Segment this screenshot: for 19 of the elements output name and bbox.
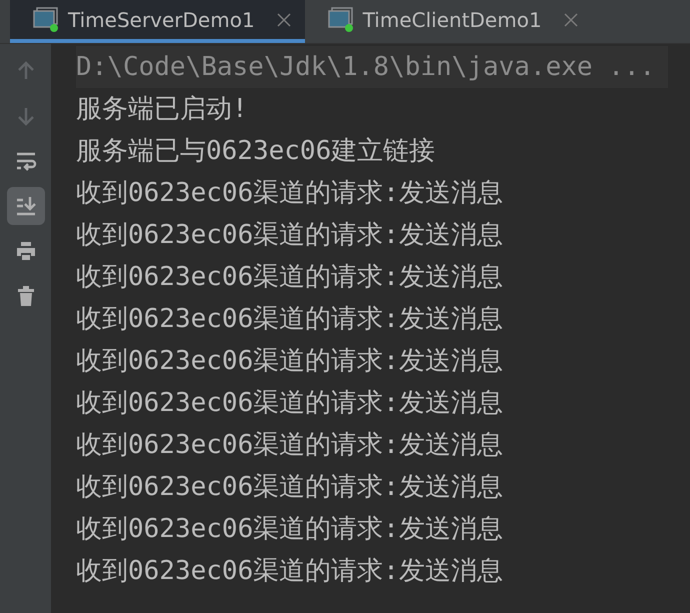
console-output-line: 收到0623ec06渠道的请求:发送消息 [76,219,503,252]
run-tab[interactable]: TimeClientDemo1 [304,0,592,43]
close-icon[interactable] [564,12,578,26]
console-output-line: 收到0623ec06渠道的请求:发送消息 [76,387,503,420]
console-output-line: 收到0623ec06渠道的请求:发送消息 [76,303,503,336]
console-output-line: 收到0623ec06渠道的请求:发送消息 [76,513,503,546]
run-tab[interactable]: TimeServerDemo1 [10,0,305,43]
console-output-line: 收到0623ec06渠道的请求:发送消息 [76,429,503,462]
console-window-icon [32,6,60,32]
console-window-icon [326,6,355,32]
console-output-line: 收到0623ec06渠道的请求:发送消息 [76,555,503,588]
scroll-to-end-icon[interactable] [6,187,44,225]
console-output-line: 收到0623ec06渠道的请求:发送消息 [76,177,503,210]
console-output-line: 收到0623ec06渠道的请求:发送消息 [76,345,503,378]
console-output-line: 收到0623ec06渠道的请求:发送消息 [76,471,503,504]
close-icon[interactable] [276,12,291,26]
console-output-line: 收到0623ec06渠道的请求:发送消息 [76,261,503,294]
console-output-line: 服务端已与0623ec06建立链接 [76,135,436,168]
console-output-line: 服务端已启动! [76,93,248,126]
